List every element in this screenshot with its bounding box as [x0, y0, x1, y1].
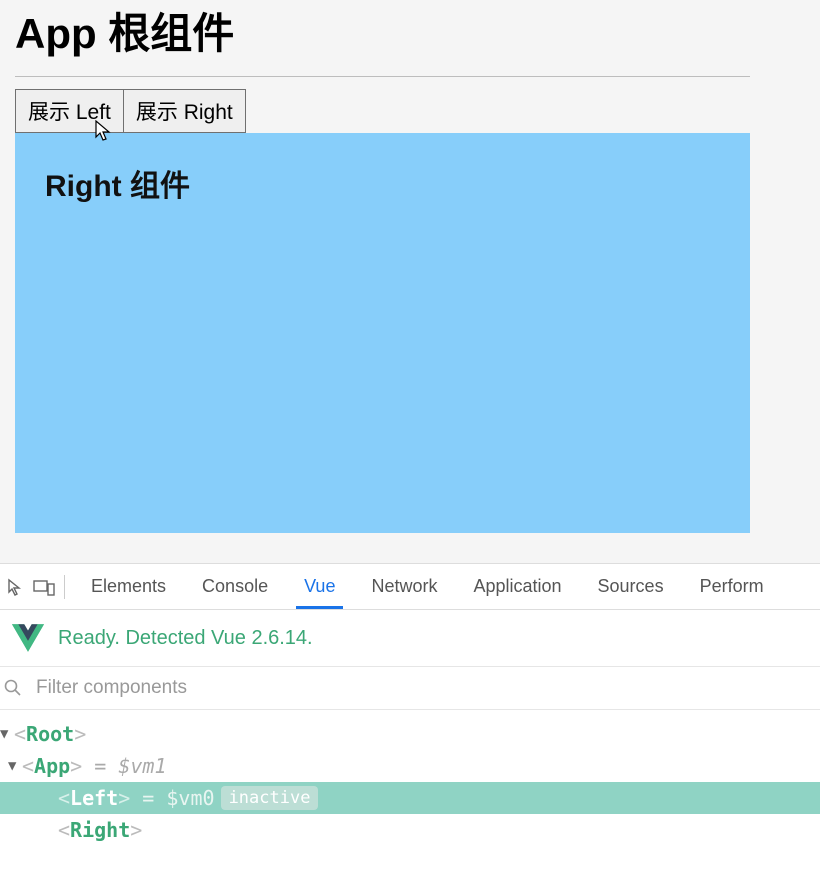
show-right-button[interactable]: 展示 Right [123, 89, 246, 133]
tree-tag: Left [70, 786, 118, 810]
tab-perform[interactable]: Perform [682, 564, 782, 609]
vm-ref: = $vm1 [82, 754, 166, 778]
tree-node-right[interactable]: <Right> [0, 814, 820, 846]
filter-bar [0, 667, 820, 710]
devtools-status-bar: Ready. Detected Vue 2.6.14. [0, 610, 820, 667]
devtools-status-text: Ready. Detected Vue 2.6.14. [58, 627, 313, 650]
component-heading: Right 组件 [45, 161, 720, 205]
component-box: Right 组件 [15, 133, 750, 533]
vue-logo-icon [12, 624, 44, 652]
tab-vue[interactable]: Vue [286, 564, 353, 609]
device-toggle-icon[interactable] [30, 564, 58, 609]
devtools-tabs: Elements Console Vue Network Application… [0, 564, 820, 610]
component-tree: ▼ <Root> ▼ <App> = $vm1 <Left> = $vm0 in… [0, 710, 820, 846]
tab-sources[interactable]: Sources [580, 564, 682, 609]
tree-node-app[interactable]: ▼ <App> = $vm1 [0, 750, 820, 782]
tab-application[interactable]: Application [455, 564, 579, 609]
tab-network[interactable]: Network [353, 564, 455, 609]
vm-ref: = $vm0 [130, 786, 214, 810]
app-pane: App 根组件 展示 Left 展示 Right Right 组件 [0, 0, 820, 563]
tab-console[interactable]: Console [184, 564, 286, 609]
inspect-icon[interactable] [2, 564, 30, 609]
search-icon [4, 679, 22, 697]
button-row: 展示 Left 展示 Right [0, 89, 820, 133]
filter-components-input[interactable] [36, 677, 816, 699]
app-title: App 根组件 [0, 0, 820, 76]
show-left-button[interactable]: 展示 Left [15, 89, 124, 133]
inactive-badge: inactive [221, 786, 319, 810]
tree-tag: Root [26, 722, 74, 746]
tab-elements[interactable]: Elements [73, 564, 184, 609]
tree-node-root[interactable]: ▼ <Root> [0, 718, 820, 750]
devtools-panel: Elements Console Vue Network Application… [0, 563, 820, 846]
divider [15, 76, 750, 77]
tree-tag: Right [70, 818, 130, 842]
tree-node-left[interactable]: <Left> = $vm0 inactive [0, 782, 820, 814]
separator [64, 575, 65, 599]
tree-tag: App [34, 754, 70, 778]
